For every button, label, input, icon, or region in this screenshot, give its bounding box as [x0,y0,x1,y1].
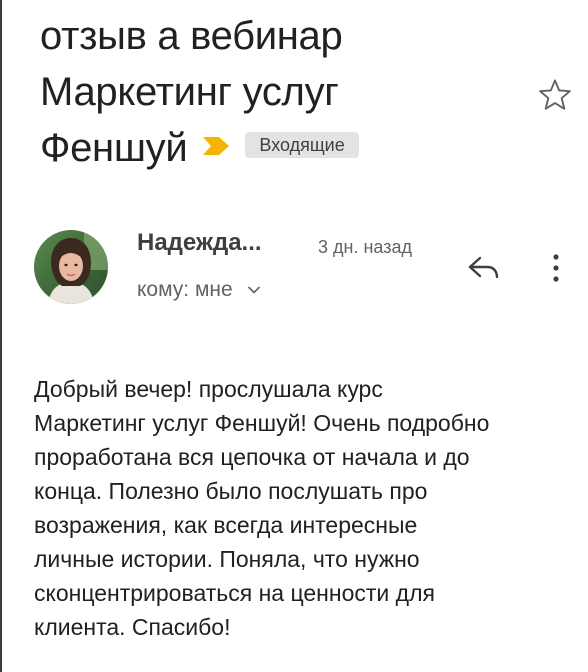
subject-line-3-row: Феншуй Входящие [40,120,510,176]
body-line: конца. Полезно было послушать про [34,478,428,504]
body-line: Добрый вечер! прослушала курс [34,376,383,402]
body-line: возражения, как всегда интересные [34,512,418,538]
sender-avatar[interactable] [34,230,108,304]
sender-name[interactable]: Надежда... [137,229,262,257]
body-line: Маркетинг услуг Феншуй! Очень подробно [34,410,490,436]
subject-line-1: отзыв а вебинар [40,14,343,58]
window-edge-divider [0,0,2,672]
body-line: личные истории. Поняла, что нужно [34,546,420,572]
more-vertical-icon[interactable] [546,250,566,286]
recipient-toggle[interactable]: кому: мне [137,278,261,302]
message-time: 3 дн. назад [318,237,412,257]
star-outline-icon[interactable] [536,76,574,114]
subject-line-3: Феншуй [40,126,188,170]
subject-line-2: Маркетинг услуг [40,70,339,114]
inbox-label-chip[interactable]: Входящие [245,132,359,159]
reply-icon[interactable] [460,250,504,286]
message-body: Добрый вечер! прослушала курс Маркетинг … [34,372,574,644]
recipient-label: кому: мне [137,278,233,301]
email-subject: отзыв а вебинар Маркетинг услуг Феншуй В… [40,8,510,176]
chevron-down-icon [247,287,260,294]
importance-marker-icon[interactable] [201,135,231,157]
body-line: сконцентрироваться на ценности для [34,580,435,606]
avatar-photo [34,230,108,304]
body-line: проработана вся цепочка от начала и до [34,444,470,470]
body-line: клиента. Спасибо! [34,614,231,640]
